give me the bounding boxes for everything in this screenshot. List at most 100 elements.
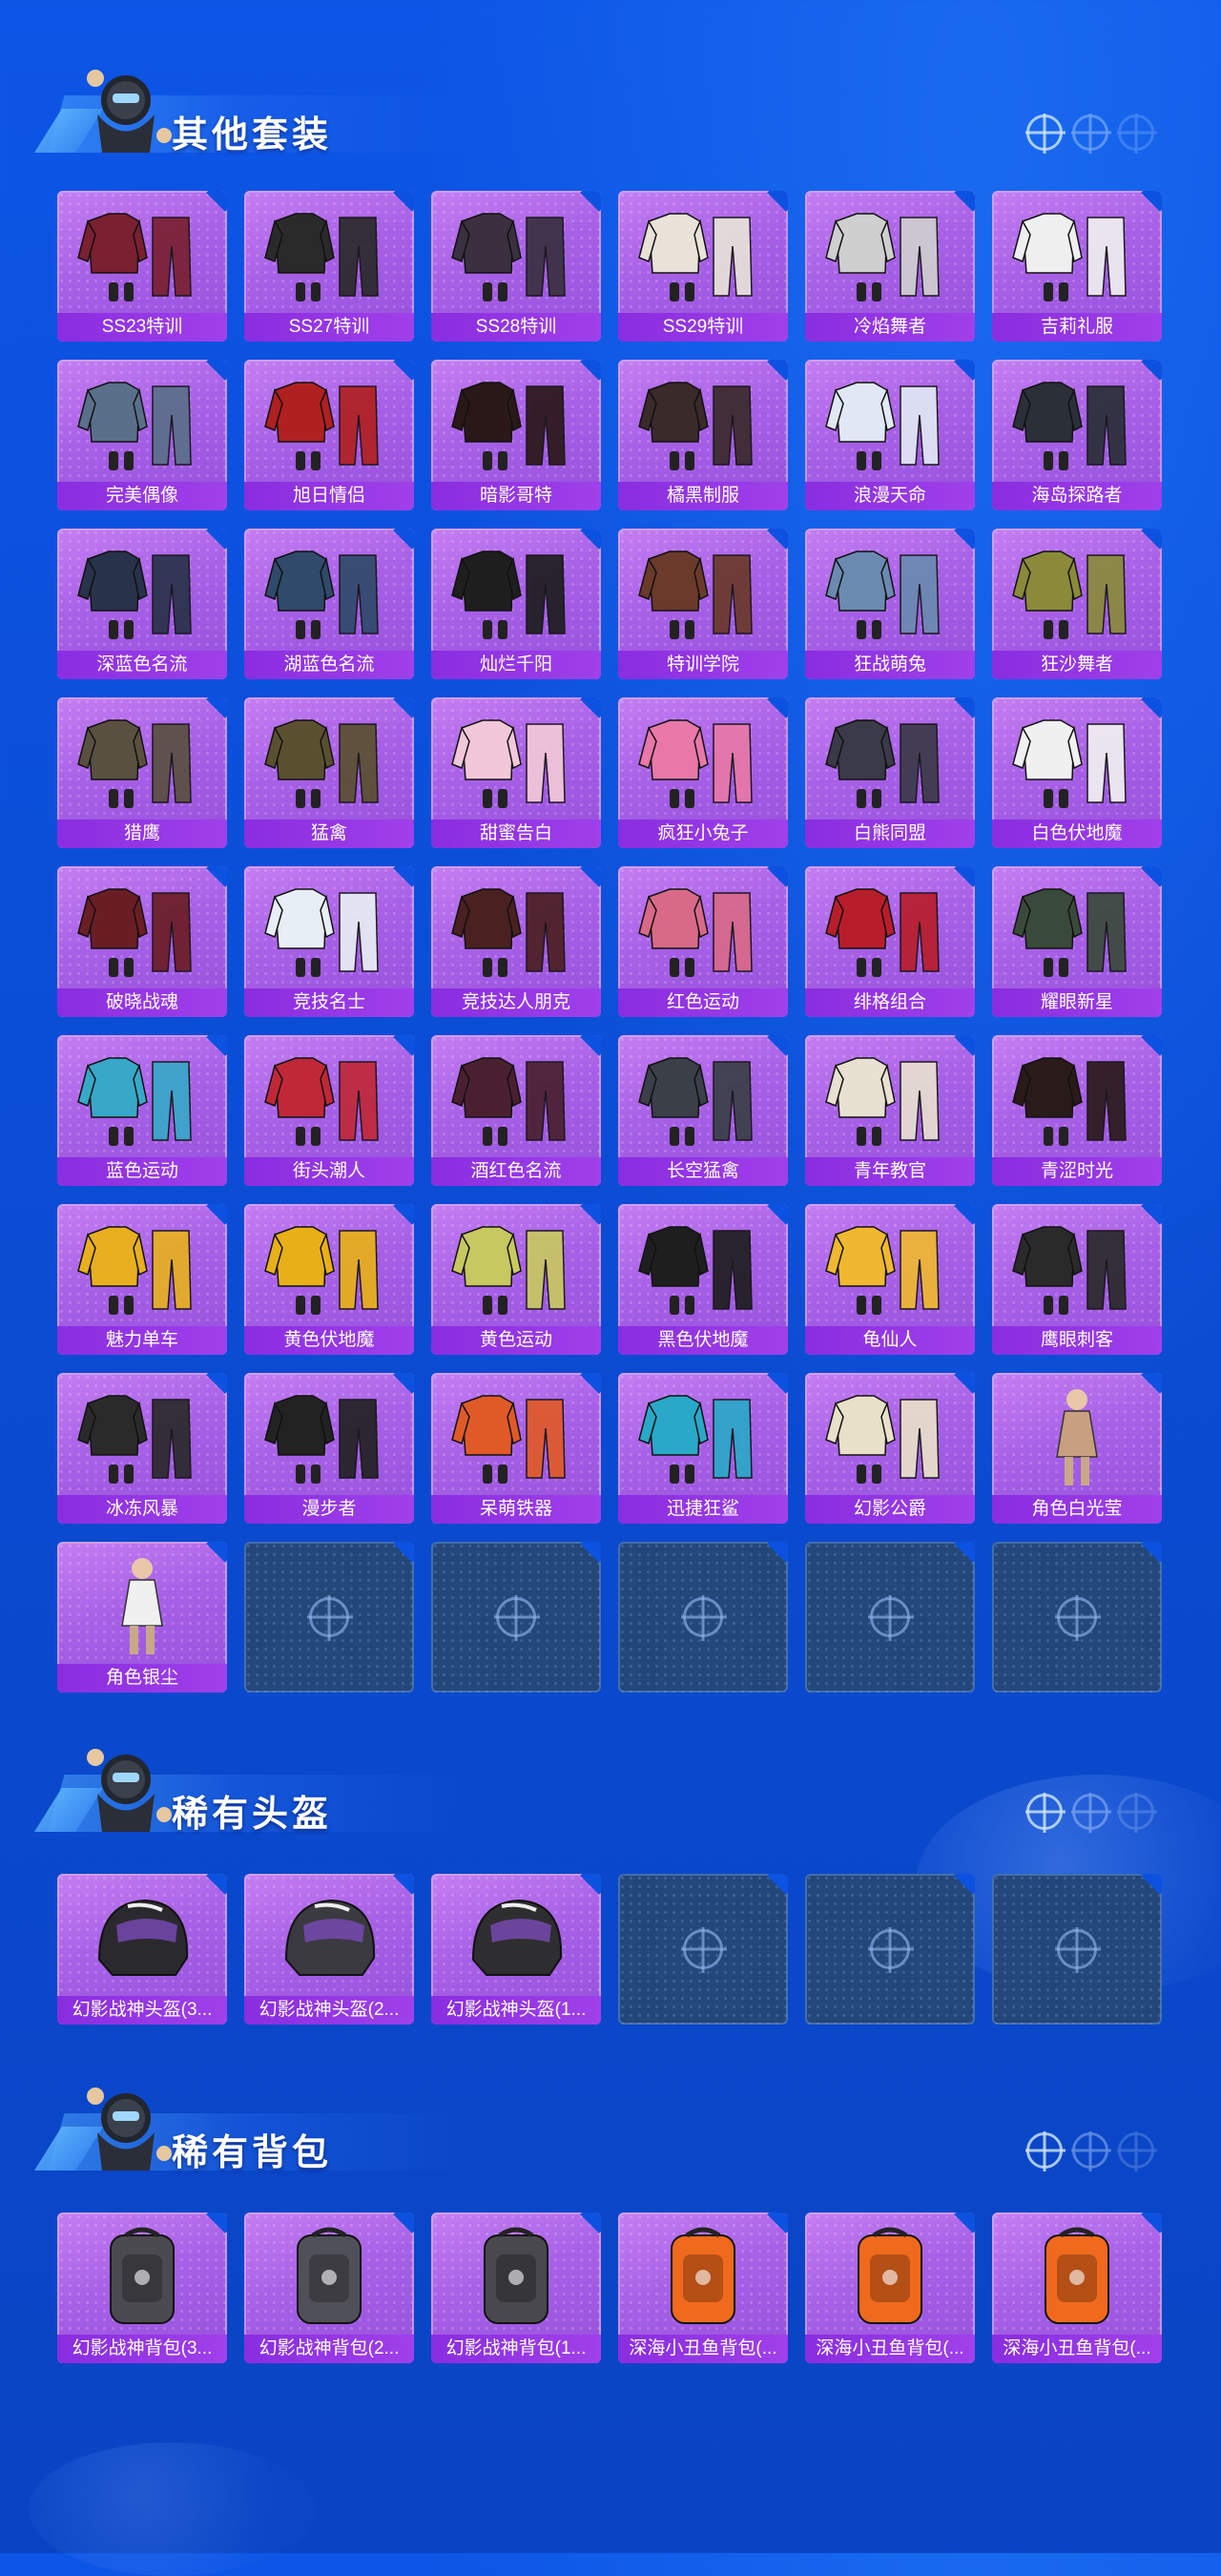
item-card[interactable]: 猛禽	[244, 697, 414, 848]
item-card[interactable]: 幻影战神头盔(1...	[431, 1874, 601, 2025]
item-card[interactable]: 深海小丑鱼背包(...	[992, 2212, 1162, 2363]
item-label: 红色运动	[618, 988, 788, 1017]
outfit-icon	[445, 369, 588, 476]
outfit-icon	[631, 200, 775, 307]
item-card[interactable]: 完美偶像	[57, 360, 227, 510]
reticle-group	[1026, 1794, 1154, 1830]
item-card[interactable]: 深蓝色名流	[57, 529, 227, 679]
outfit-icon	[445, 1214, 588, 1320]
item-card[interactable]: 猎鹰	[57, 697, 227, 848]
empty-slot	[805, 1874, 975, 2025]
item-card[interactable]: 酒红色名流	[431, 1035, 601, 1186]
item-card[interactable]: 旭日情侣	[244, 360, 414, 510]
item-card[interactable]: 幻影公爵	[805, 1373, 975, 1524]
item-card[interactable]: 疯狂小兔子	[618, 697, 788, 848]
outfit-icon	[1005, 1045, 1149, 1152]
item-card[interactable]: 幻影战神背包(2...	[244, 2212, 414, 2363]
item-card[interactable]: 青年教官	[805, 1035, 975, 1186]
item-card[interactable]: 橘黑制服	[618, 360, 788, 510]
crosshair-icon	[683, 1597, 723, 1637]
item-card[interactable]: 甜蜜告白	[431, 697, 601, 848]
backpack-icon	[71, 2222, 214, 2329]
item-card[interactable]: 红色运动	[618, 866, 788, 1017]
item-card[interactable]: 深海小丑鱼背包(...	[618, 2212, 788, 2363]
item-card[interactable]: 白色伏地魔	[992, 697, 1162, 848]
outfit-icon	[258, 1045, 401, 1152]
item-card[interactable]: 街头潮人	[244, 1035, 414, 1186]
item-card[interactable]: 龟仙人	[805, 1204, 975, 1355]
corner-cut	[580, 1542, 601, 1563]
outfit-icon	[71, 1045, 214, 1152]
outfit-icon	[445, 538, 588, 645]
item-card[interactable]: 吉莉礼服	[992, 191, 1162, 342]
item-card[interactable]: 破晓战魂	[57, 866, 227, 1017]
crosshair-icon	[1026, 1794, 1063, 1830]
item-card[interactable]: 青涩时光	[992, 1035, 1162, 1186]
item-card[interactable]: 漫步者	[244, 1373, 414, 1524]
item-card[interactable]: SS23特训	[57, 191, 227, 342]
item-card[interactable]: 绯格组合	[805, 866, 975, 1017]
item-grid: 幻影战神头盔(3... 幻影战神头盔(2... 幻影战神头盔(1...	[57, 1874, 1162, 2025]
empty-slot	[244, 1542, 414, 1693]
item-label: 幻影战神背包(3...	[57, 2335, 227, 2363]
mascot-icon	[87, 1749, 172, 1832]
section-other-outfits: 其他套装 SS23特训 SS27特训 SS28特训 SS29特训 冷焰舞者 吉莉礼服 完美偶…	[0, 57, 1221, 1698]
item-card[interactable]: SS29特训	[618, 191, 788, 342]
outfit-icon	[1005, 369, 1149, 476]
item-label: 迅捷狂鲨	[618, 1495, 788, 1524]
item-card[interactable]: 幻影战神头盔(2...	[244, 1874, 414, 2025]
item-card[interactable]: 呆萌铁器	[431, 1373, 601, 1524]
item-card[interactable]: 角色银尘	[57, 1542, 227, 1693]
item-card[interactable]: 特训学院	[618, 529, 788, 679]
item-card[interactable]: 冰冻风暴	[57, 1373, 227, 1524]
item-card[interactable]: SS27特训	[244, 191, 414, 342]
item-card[interactable]: 竞技名士	[244, 866, 414, 1017]
item-card[interactable]: 耀眼新星	[992, 866, 1162, 1017]
item-label: 疯狂小兔子	[618, 820, 788, 848]
item-card[interactable]: 幻影战神背包(1...	[431, 2212, 601, 2363]
item-label: 深蓝色名流	[57, 651, 227, 679]
item-label: 灿烂千阳	[431, 651, 601, 679]
item-label: 幻影战神背包(2...	[244, 2335, 414, 2363]
item-label: 黄色运动	[431, 1326, 601, 1355]
item-card[interactable]: 角色白光莹	[992, 1373, 1162, 1524]
item-card[interactable]: 长空猛禽	[618, 1035, 788, 1186]
item-card[interactable]: SS28特训	[431, 191, 601, 342]
outfit-icon	[445, 200, 588, 307]
item-label: 幻影战神头盔(2...	[244, 1996, 414, 2025]
item-card[interactable]: 浪漫天命	[805, 360, 975, 510]
backpack-icon	[258, 2222, 401, 2329]
item-card[interactable]: 海岛探路者	[992, 360, 1162, 510]
item-card[interactable]: 湖蓝色名流	[244, 529, 414, 679]
item-card[interactable]: 幻影战神头盔(3...	[57, 1874, 227, 2025]
outfit-icon	[258, 876, 401, 983]
background-decoration	[29, 2442, 315, 2576]
item-card[interactable]: 狂战萌兔	[805, 529, 975, 679]
item-card[interactable]: 黄色伏地魔	[244, 1204, 414, 1355]
item-label: 耀眼新星	[992, 988, 1162, 1017]
item-card[interactable]: 蓝色运动	[57, 1035, 227, 1186]
crosshair-icon	[1118, 2132, 1154, 2169]
item-card[interactable]: 鹰眼刺客	[992, 1204, 1162, 1355]
item-label: 白熊同盟	[805, 820, 975, 848]
corner-cut	[767, 1874, 788, 1895]
item-card[interactable]: 狂沙舞者	[992, 529, 1162, 679]
item-card[interactable]: 竞技达人朋克	[431, 866, 601, 1017]
item-card[interactable]: 白熊同盟	[805, 697, 975, 848]
mascot-icon	[87, 2088, 172, 2171]
item-label: 黑色伏地魔	[618, 1326, 788, 1355]
item-card[interactable]: 灿烂千阳	[431, 529, 601, 679]
item-card[interactable]: 深海小丑鱼背包(...	[805, 2212, 975, 2363]
empty-slot	[618, 1874, 788, 2025]
outfit-icon	[71, 1214, 214, 1320]
item-label: 冷焰舞者	[805, 313, 975, 342]
item-card[interactable]: 魅力单车	[57, 1204, 227, 1355]
item-card[interactable]: 暗影哥特	[431, 360, 601, 510]
item-card[interactable]: 黑色伏地魔	[618, 1204, 788, 1355]
item-card[interactable]: 迅捷狂鲨	[618, 1373, 788, 1524]
item-card[interactable]: 冷焰舞者	[805, 191, 975, 342]
outfit-icon	[71, 369, 214, 476]
outfit-icon	[631, 707, 775, 814]
item-card[interactable]: 黄色运动	[431, 1204, 601, 1355]
item-card[interactable]: 幻影战神背包(3...	[57, 2212, 227, 2363]
